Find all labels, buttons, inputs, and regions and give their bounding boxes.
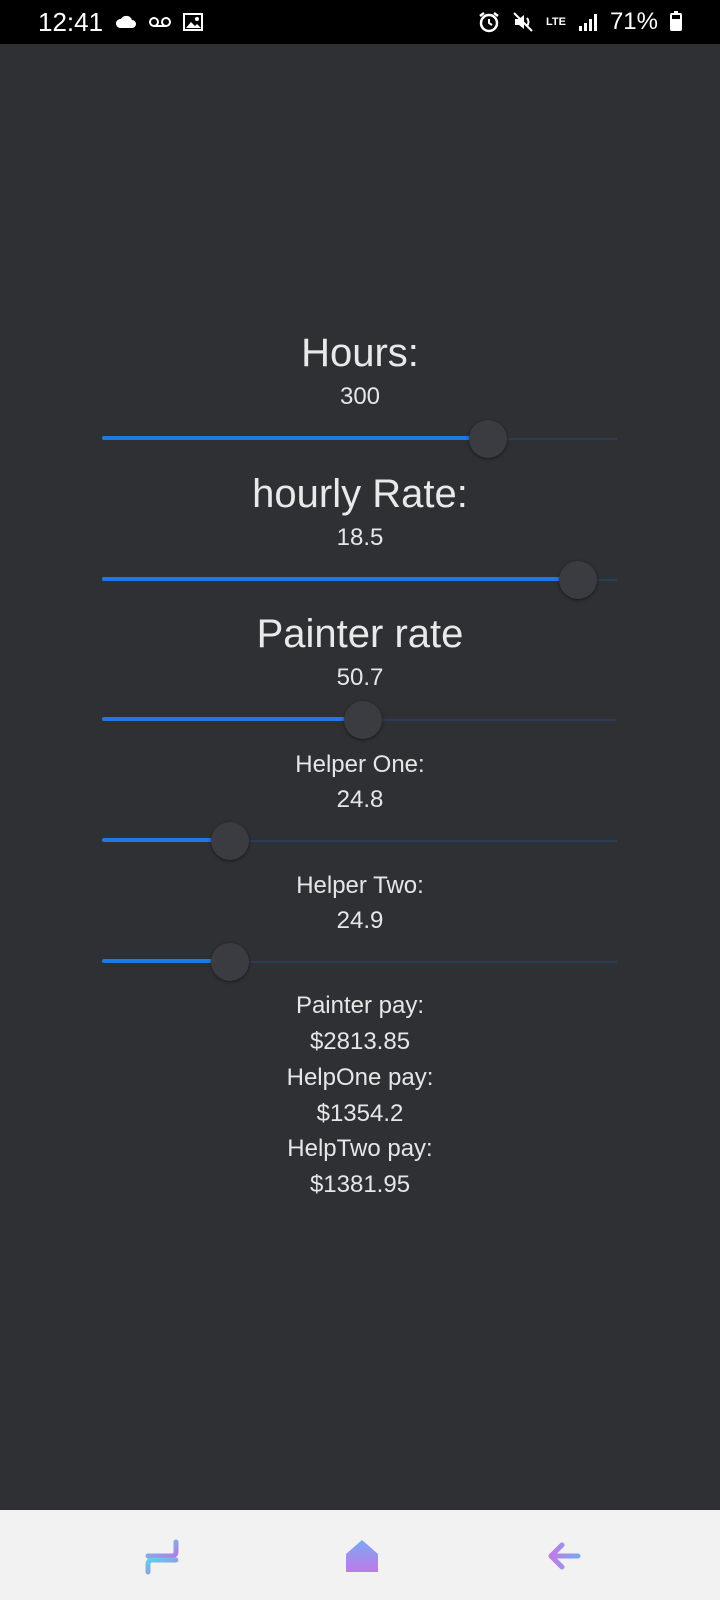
hours-value: 300: [339, 383, 381, 410]
cloud-icon: [115, 15, 137, 29]
painter-rate-label: Painter rate: [256, 612, 464, 656]
battery-percentage: 71%: [609, 8, 658, 35]
voicemail-icon: [149, 16, 172, 28]
helper-two-value: 24.9: [336, 907, 384, 934]
slider-fill: [102, 577, 578, 581]
helper-one-slider[interactable]: [102, 821, 617, 861]
hours-label: Hours:: [301, 331, 419, 375]
hourly-rate-slider[interactable]: [102, 560, 617, 600]
helptwo-pay-label: HelpTwo pay:: [287, 1135, 433, 1162]
recents-button[interactable]: [140, 1534, 184, 1578]
hours-slider[interactable]: [102, 419, 617, 459]
helpone-pay-label: HelpOne pay:: [286, 1064, 434, 1091]
slider-thumb[interactable]: [211, 822, 249, 860]
slider-thumb[interactable]: [211, 943, 249, 981]
slider-thumb[interactable]: [559, 561, 597, 599]
hourly-rate-value: 18.5: [336, 524, 384, 551]
lte-icon: LTE: [545, 15, 566, 28]
slider-thumb[interactable]: [469, 420, 507, 458]
main-content: Hours: 300 hourly Rate: 18.5 Painter rat…: [0, 44, 720, 1510]
helper-two-slider[interactable]: [102, 942, 617, 982]
helpone-pay-value: $1354.2: [316, 1100, 404, 1127]
helptwo-pay-value: $1381.95: [309, 1171, 411, 1198]
slider-fill: [102, 436, 488, 440]
status-right: LTE 71%: [478, 8, 682, 36]
signal-icon: [578, 13, 598, 31]
navigation-bar: [0, 1510, 720, 1600]
painter-rate-value: 50.7: [336, 664, 384, 691]
helper-two-label: Helper Two:: [296, 872, 424, 899]
painter-rate-slider[interactable]: [102, 700, 617, 740]
status-time: 12:41: [38, 6, 104, 37]
status-left: 12:41: [38, 6, 204, 38]
slider-fill: [102, 717, 363, 721]
alarm-icon: [478, 11, 500, 33]
helper-one-value: 24.8: [336, 786, 384, 813]
home-icon: [346, 1540, 378, 1572]
back-icon: [548, 1542, 581, 1570]
recents-icon: [145, 1539, 179, 1575]
painter-pay-value: $2813.85: [309, 1028, 411, 1055]
battery-icon: [670, 11, 682, 31]
image-icon: [183, 13, 204, 31]
helper-one-label: Helper One:: [295, 751, 425, 778]
status-bar: 12:41 LTE 71%: [0, 0, 720, 44]
home-button[interactable]: [340, 1534, 384, 1578]
hourly-rate-label: hourly Rate:: [252, 472, 468, 516]
back-button[interactable]: [542, 1534, 586, 1578]
lte-label: LTE: [545, 15, 566, 28]
painter-pay-label: Painter pay:: [295, 992, 425, 1019]
slider-thumb[interactable]: [344, 701, 382, 739]
mute-icon: [512, 11, 534, 33]
